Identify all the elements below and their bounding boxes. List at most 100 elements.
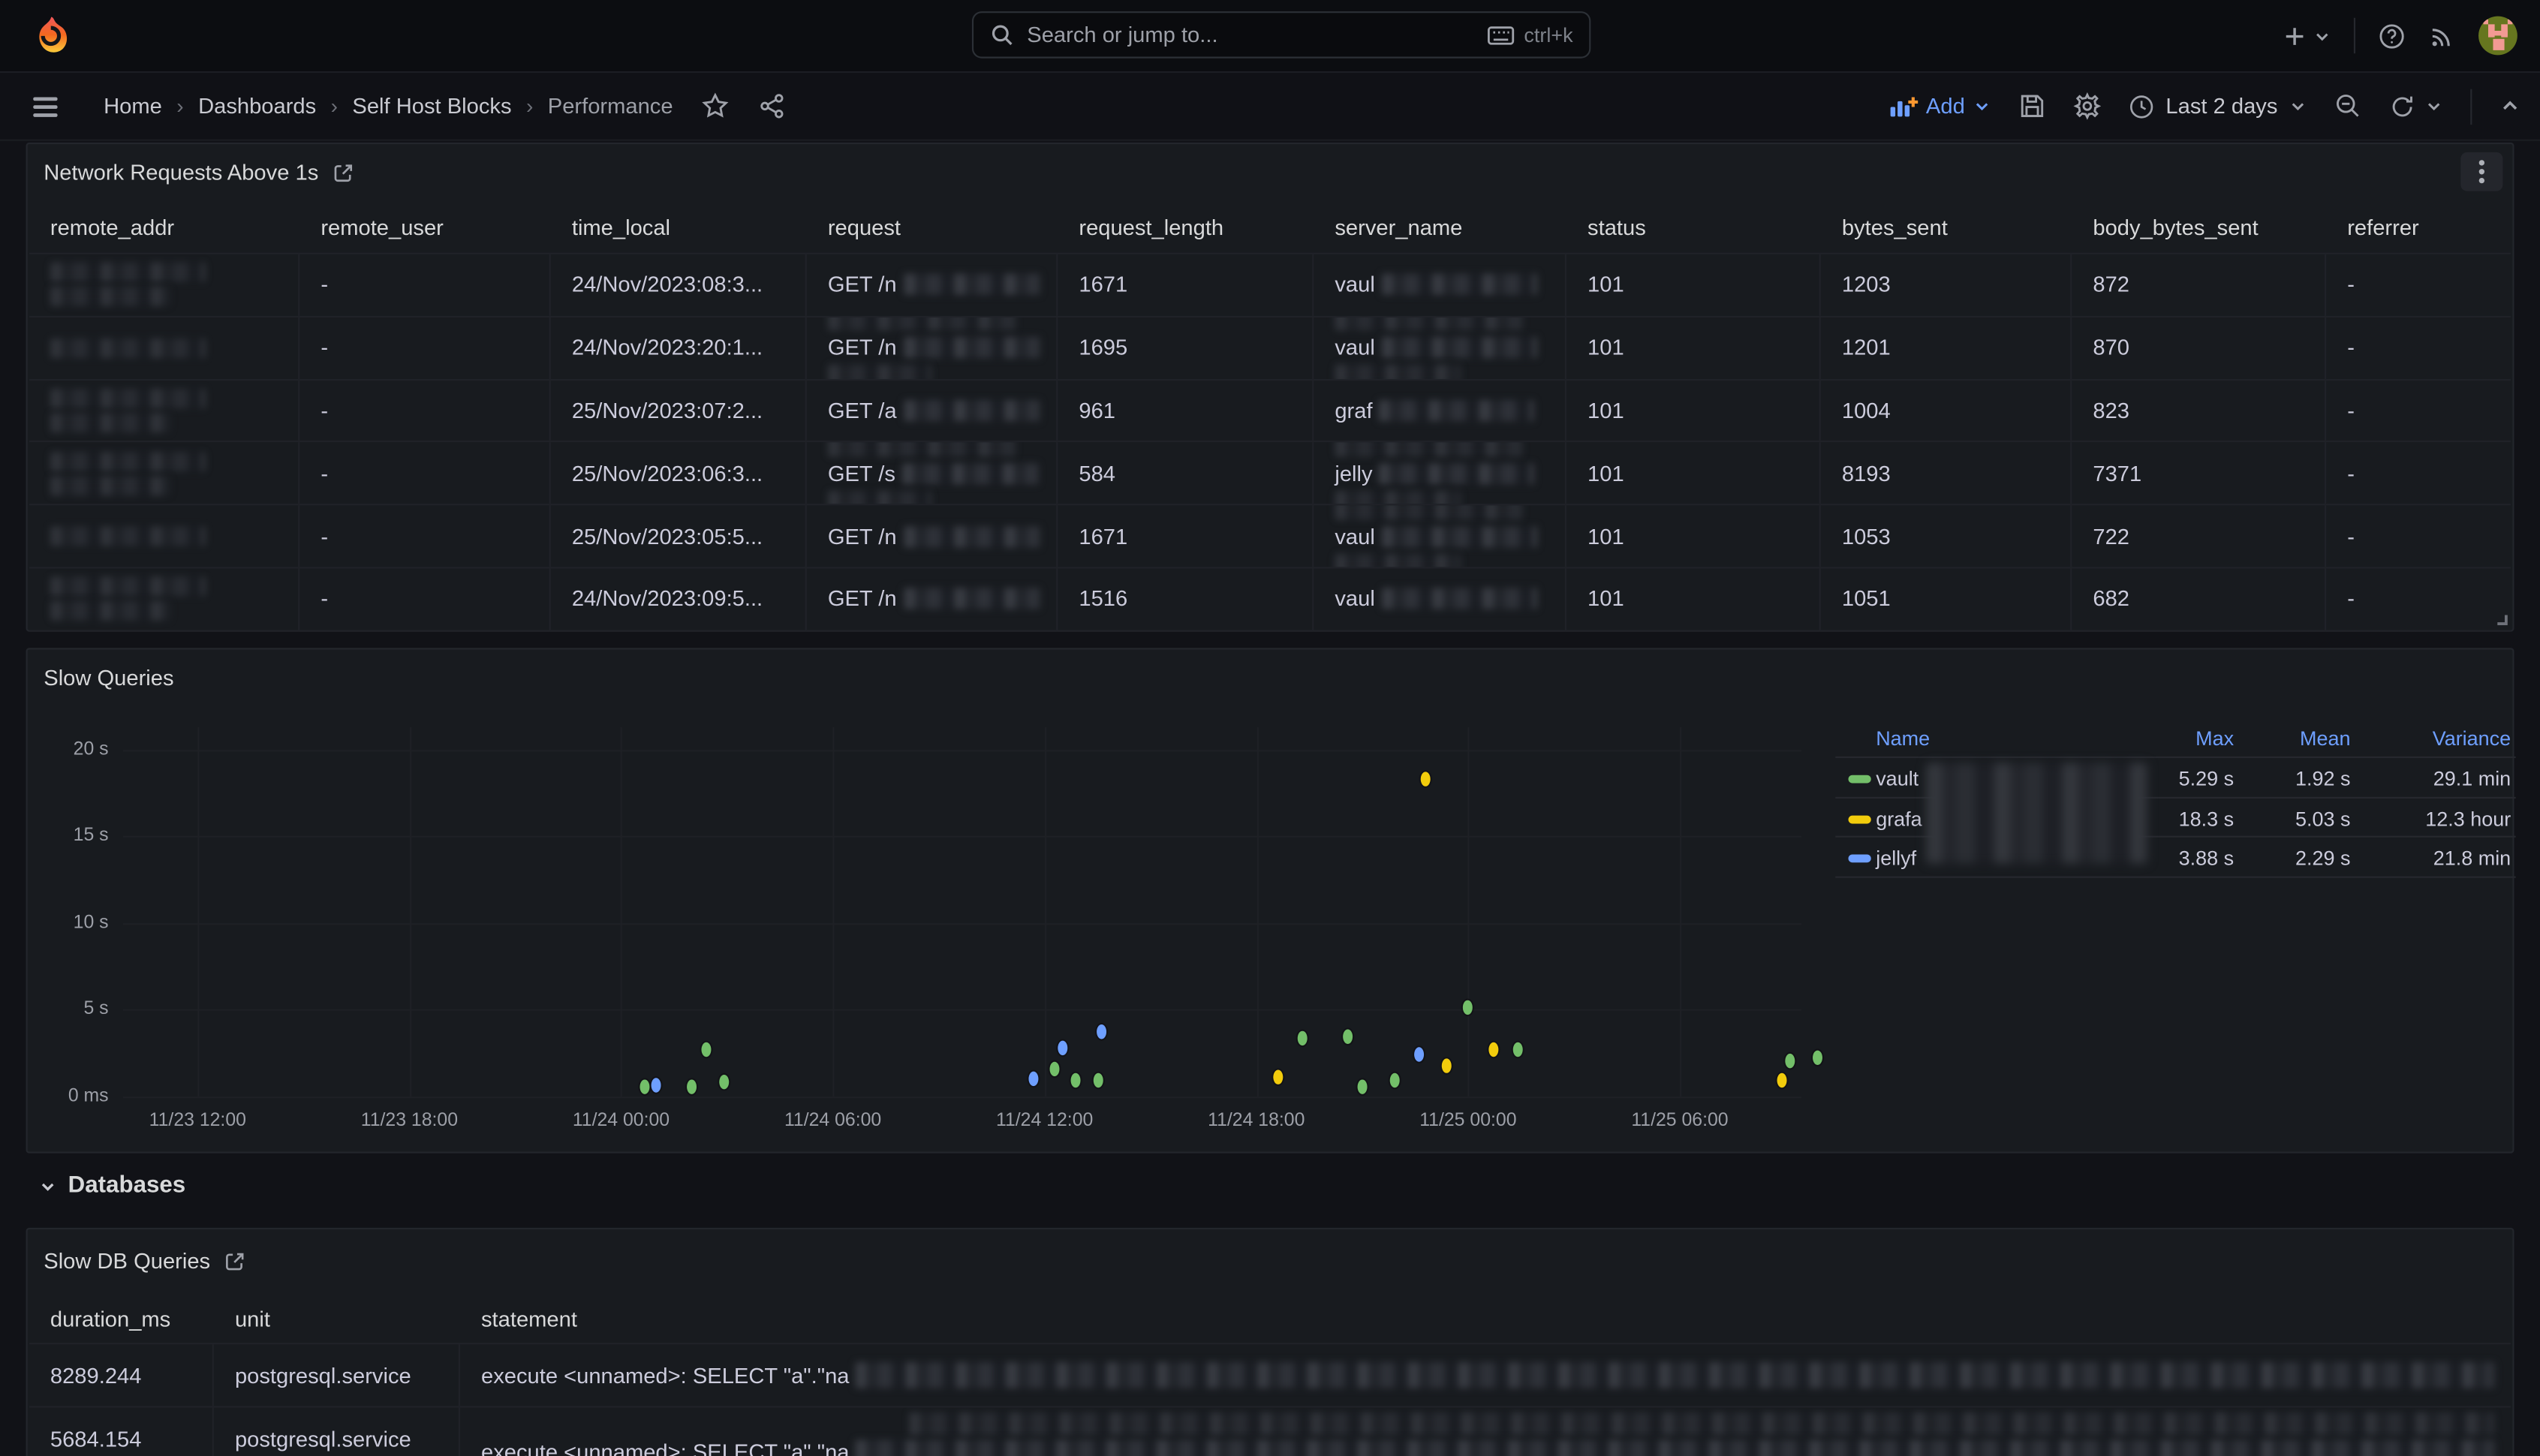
column-header-unit[interactable]: unit bbox=[214, 1294, 460, 1343]
redacted-text bbox=[1381, 337, 1536, 358]
scatter-point[interactable] bbox=[1784, 1054, 1794, 1068]
scatter-point[interactable] bbox=[1421, 772, 1431, 786]
y-axis-tick: 5 s bbox=[83, 1000, 108, 1019]
scatter-point[interactable] bbox=[1344, 1030, 1353, 1044]
help-icon[interactable] bbox=[2378, 22, 2406, 50]
table-row: -25/Nov/2023:06:3...GET /s584jelly101819… bbox=[29, 443, 2511, 506]
y-axis-tick: 15 s bbox=[74, 826, 109, 846]
breadcrumb-item[interactable]: Dashboards bbox=[198, 94, 316, 118]
settings-gear-icon[interactable] bbox=[2073, 92, 2101, 120]
x-axis-tick: 11/23 12:00 bbox=[149, 1112, 246, 1131]
scatter-point[interactable] bbox=[640, 1079, 649, 1094]
section-title: Databases bbox=[68, 1173, 186, 1199]
column-header-request_length[interactable]: request_length bbox=[1058, 203, 1314, 253]
column-header-statement[interactable]: statement bbox=[460, 1294, 2511, 1343]
scatter-point[interactable] bbox=[701, 1042, 711, 1057]
refresh-button[interactable] bbox=[2389, 93, 2442, 119]
scatter-point[interactable] bbox=[1050, 1062, 1060, 1076]
scatter-point[interactable] bbox=[1096, 1024, 1106, 1039]
scatter-point[interactable] bbox=[1442, 1058, 1452, 1072]
panel-title[interactable]: Slow Queries bbox=[44, 666, 173, 690]
collapse-chevron-up-icon[interactable] bbox=[2499, 95, 2520, 116]
scatter-point[interactable] bbox=[718, 1075, 728, 1089]
table-row: -25/Nov/2023:05:5...GET /n1671vaul101105… bbox=[29, 506, 2511, 569]
chevron-down-icon bbox=[2313, 27, 2331, 45]
cell-bytes-sent: 1203 bbox=[1821, 254, 2072, 316]
gridline-vertical bbox=[833, 727, 835, 1097]
scatter-point[interactable] bbox=[1273, 1069, 1283, 1084]
redacted-text bbox=[1335, 553, 1461, 567]
new-button[interactable] bbox=[2283, 23, 2331, 47]
cell-remote-addr bbox=[29, 506, 299, 567]
column-header-server_name[interactable]: server_name bbox=[1314, 203, 1566, 253]
column-header-status[interactable]: status bbox=[1566, 203, 1821, 253]
legend-header-variance[interactable]: Variance bbox=[1835, 727, 2511, 750]
cell-remote-addr bbox=[29, 254, 299, 316]
breadcrumb-item[interactable]: Home bbox=[104, 94, 162, 118]
panel-menu-kebab-icon[interactable] bbox=[2460, 152, 2502, 191]
breadcrumb-item[interactable]: Self Host Blocks bbox=[352, 94, 511, 118]
panel-title[interactable]: Network Requests Above 1s bbox=[44, 161, 318, 185]
breadcrumb-item[interactable]: Performance bbox=[548, 94, 673, 118]
toolbar-divider bbox=[2470, 89, 2472, 124]
slow-queries-chart[interactable]: 20 s15 s10 s5 s0 ms11/23 12:0011/23 18:0… bbox=[123, 727, 1801, 1136]
section-databases[interactable]: Databases bbox=[39, 1173, 185, 1199]
add-button[interactable]: Add bbox=[1888, 93, 1991, 119]
redacted-text bbox=[902, 463, 1038, 484]
column-header-request[interactable]: request bbox=[807, 203, 1058, 253]
news-rss-icon[interactable] bbox=[2428, 22, 2456, 50]
column-header-body_bytes_sent[interactable]: body_bytes_sent bbox=[2072, 203, 2326, 253]
scatter-point[interactable] bbox=[1813, 1051, 1822, 1065]
statement-prefix: execute <unnamed>: SELECT "a"."na bbox=[481, 1363, 850, 1387]
scatter-point[interactable] bbox=[1058, 1041, 1067, 1055]
scatter-point[interactable] bbox=[1093, 1073, 1103, 1087]
grafana-app: { "colors": {"accent":"#6e9fff","green":… bbox=[0, 0, 2540, 1456]
scatter-point[interactable] bbox=[1777, 1073, 1787, 1087]
cell-body-bytes-sent: 870 bbox=[2072, 317, 2326, 379]
scatter-point[interactable] bbox=[1389, 1073, 1399, 1087]
share-icon[interactable] bbox=[759, 92, 787, 120]
cell-referrer: - bbox=[2326, 254, 2511, 316]
redacted-text bbox=[1381, 526, 1536, 547]
cell-statement: execute <unnamed>: SELECT "a"."na bbox=[460, 1344, 2511, 1406]
table-row: -25/Nov/2023:07:2...GET /a961graf1011004… bbox=[29, 380, 2511, 443]
column-header-remote_user[interactable]: remote_user bbox=[299, 203, 551, 253]
table-row: -24/Nov/2023:08:3...GET /n1671vaul101120… bbox=[29, 254, 2511, 317]
column-header-duration_ms[interactable]: duration_ms bbox=[29, 1294, 214, 1343]
scatter-point[interactable] bbox=[1488, 1042, 1497, 1057]
cell-server-name: vaul bbox=[1314, 568, 1566, 630]
cell-request: GET /n bbox=[807, 317, 1058, 379]
external-link-icon[interactable] bbox=[332, 161, 354, 184]
search-input[interactable]: Search or jump to... ctrl+k bbox=[972, 11, 1591, 59]
redacted-text bbox=[50, 476, 170, 495]
scatter-point[interactable] bbox=[1357, 1079, 1367, 1094]
time-range-picker[interactable]: Last 2 days bbox=[2129, 93, 2307, 119]
scatter-point[interactable] bbox=[687, 1079, 697, 1094]
scatter-point[interactable] bbox=[1463, 1000, 1473, 1015]
grafana-logo-icon[interactable] bbox=[29, 14, 71, 56]
column-header-bytes_sent[interactable]: bytes_sent bbox=[1821, 203, 2072, 253]
cell-status: 101 bbox=[1566, 443, 1821, 504]
gridline-horizontal bbox=[123, 923, 1801, 925]
scatter-point[interactable] bbox=[1297, 1031, 1307, 1045]
favorite-star-icon[interactable] bbox=[702, 92, 730, 120]
scatter-point[interactable] bbox=[1029, 1072, 1039, 1086]
menu-hamburger-icon[interactable] bbox=[29, 90, 62, 122]
column-header-referrer[interactable]: referrer bbox=[2326, 203, 2511, 253]
column-header-remote_addr[interactable]: remote_addr bbox=[29, 203, 299, 253]
column-header-time_local[interactable]: time_local bbox=[551, 203, 807, 253]
scatter-point[interactable] bbox=[1072, 1073, 1082, 1087]
save-icon[interactable] bbox=[2018, 92, 2046, 120]
scatter-point[interactable] bbox=[652, 1078, 661, 1092]
redacted-text bbox=[1381, 275, 1536, 296]
scatter-point[interactable] bbox=[1512, 1042, 1522, 1057]
cell-bytes-sent: 8193 bbox=[1821, 443, 2072, 504]
cell-bytes-sent: 1053 bbox=[1821, 506, 2072, 567]
external-link-icon[interactable] bbox=[223, 1250, 245, 1272]
panel-title[interactable]: Slow DB Queries bbox=[44, 1249, 210, 1273]
user-avatar[interactable] bbox=[2478, 17, 2517, 56]
panel-resize-handle[interactable] bbox=[2493, 611, 2507, 625]
scatter-point[interactable] bbox=[1414, 1047, 1424, 1061]
zoom-out-icon[interactable] bbox=[2334, 92, 2362, 120]
panel-network-requests: Network Requests Above 1s remote_addrrem… bbox=[26, 143, 2514, 632]
